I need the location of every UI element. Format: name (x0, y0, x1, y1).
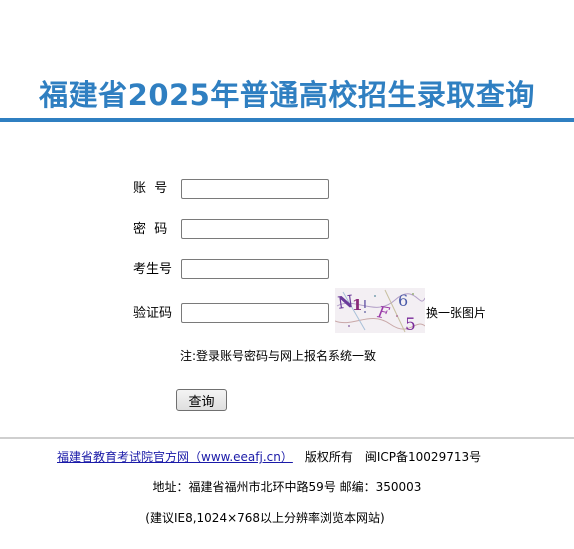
title-divider (0, 118, 574, 122)
exam-number-input[interactable] (181, 259, 329, 279)
swap-captcha-link[interactable]: 换一张图片 (426, 306, 486, 320)
password-input[interactable] (181, 219, 329, 239)
captcha-image[interactable]: N 1 ı F 6 5 (335, 288, 425, 333)
footer-links: 福建省教育考试院官方网（www.eeafj.cn） 版权所有 闽ICP备100297… (57, 450, 481, 464)
address-text: 地址：福建省福州市北环中路59号 邮编：350003 (152, 480, 422, 494)
svg-text:6: 6 (398, 291, 408, 310)
svg-text:5: 5 (405, 315, 416, 333)
captcha-input[interactable] (181, 303, 329, 323)
browser-note: (建议IE8,1024×768以上分辨率浏览本网站) (145, 511, 385, 525)
copyright-text: 版权所有 (304, 450, 353, 464)
captcha-graphic: N 1 ı F 6 5 (335, 288, 425, 333)
account-label: 账 号 (133, 181, 168, 196)
page-title: 福建省2025年普通高校招生录取查询 (39, 78, 535, 112)
query-button[interactable]: 查询 (176, 389, 227, 411)
password-label: 密 码 (133, 222, 168, 237)
svg-text:ı: ı (363, 296, 367, 312)
captcha-label: 验证码 (133, 306, 173, 321)
login-page: 福建省2025年普通高校招生录取查询 账 号 密 码 考生号 验证码 N 1 ı… (0, 0, 574, 549)
footer-divider (0, 437, 574, 439)
icp-text: 闽ICP备10029713号 (364, 450, 482, 464)
official-site-link[interactable]: 福建省教育考试院官方网（www.eeafj.cn） (57, 450, 293, 464)
exam-number-label: 考生号 (133, 262, 173, 277)
account-input[interactable] (181, 179, 329, 199)
svg-text:1: 1 (352, 296, 362, 314)
login-note: 注:登录账号密码与网上报名系统一致 (180, 349, 377, 363)
